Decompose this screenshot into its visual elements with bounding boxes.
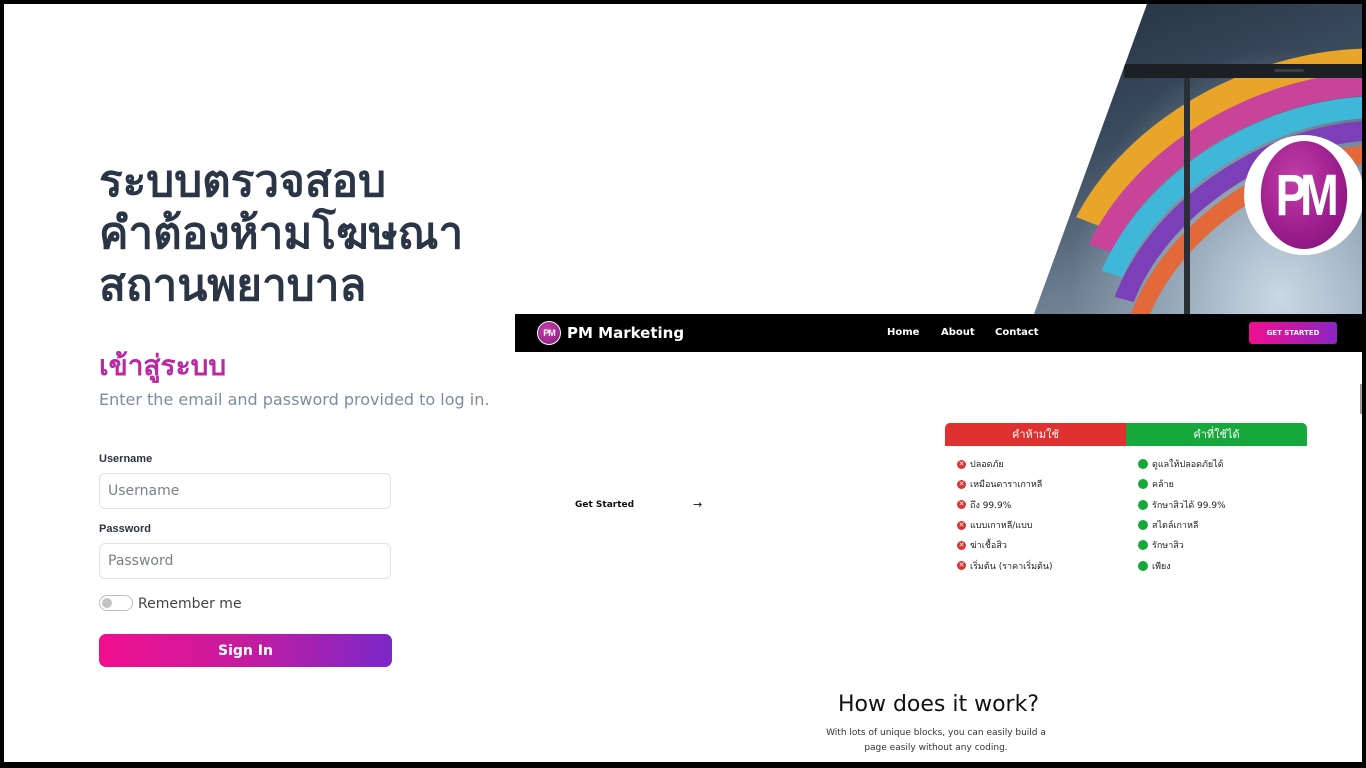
password-input[interactable] [99, 543, 391, 579]
login-page: PM ระบบตรวจสอบ คำต้องห้ามโฆษณา สถานพยาบา… [4, 4, 1362, 762]
allowed-word-item: รักษาสิว [1138, 535, 1307, 555]
allowed-words-list: ดูแลให้ปลอดภัยได้ คล้าย รักษาสิวได้ 99.9… [1126, 454, 1307, 576]
forbidden-word-item: ✕ ปลอดภัย [957, 454, 1126, 474]
allowed-word-text: เพียง [1152, 561, 1171, 572]
x-circle-icon: ✕ [957, 500, 966, 510]
forbidden-word-text: ปลอดภัย [970, 460, 1004, 471]
pm-logo-text: PM [1260, 141, 1348, 249]
forbidden-word-item: ✕ เหมือนดาราเกาหลี [957, 474, 1126, 494]
x-circle-icon: ✕ [957, 459, 966, 469]
login-heading: เข้าสู่ระบบ [99, 349, 227, 382]
username-label: Username [99, 453, 153, 465]
green-dot-icon [1138, 560, 1148, 571]
site-preview: PM PM Marketing Home About Contact GET S… [515, 314, 1362, 762]
allowed-word-item: สไตล์เกาหลี [1138, 515, 1307, 535]
forbidden-word-item: ✕ ถึง 99.9% [957, 495, 1126, 515]
nav-contact-link[interactable]: Contact [995, 327, 1039, 338]
remember-me-label[interactable]: Remember me [138, 596, 242, 612]
forbidden-word-text: เริ่มต้น (ราคาเริ่มต้น) [970, 561, 1053, 572]
nav-home-link[interactable]: Home [887, 327, 919, 338]
site-logo-icon[interactable]: PM [537, 321, 561, 345]
forbidden-word-text: แบบเกาหลี/แบบ [970, 521, 1033, 532]
laptop-hinge [1184, 78, 1190, 314]
nav-about-link[interactable]: About [941, 327, 975, 338]
pm-logo-badge: PM [1244, 135, 1362, 255]
allowed-word-text: คล้าย [1152, 480, 1174, 491]
forbidden-words-header: คำห้ามใช้ [945, 423, 1126, 446]
laptop-lid [1124, 64, 1362, 78]
comparison-header: คำห้ามใช้ คำที่ใช้ได้ [945, 423, 1307, 446]
forbidden-word-item: ✕ ฆ่าเชื้อสิว [957, 535, 1126, 555]
arrow-right-icon[interactable]: → [693, 498, 702, 511]
green-dot-icon [1138, 459, 1148, 470]
forbidden-word-text: ถึง 99.9% [970, 500, 1012, 511]
page-title-line: คำต้องห้ามโฆษณา [99, 208, 464, 259]
green-dot-icon [1138, 520, 1148, 531]
allowed-word-text: รักษาสิวได้ 99.9% [1152, 500, 1226, 511]
get-started-link[interactable]: Get Started [575, 500, 634, 510]
site-navbar: PM PM Marketing Home About Contact GET S… [515, 314, 1362, 352]
word-comparison-table: คำห้ามใช้ คำที่ใช้ได้ ✕ ปลอดภัย ✕ เหมือนดา… [945, 423, 1307, 576]
how-it-works-title: How does it work? [837, 692, 1040, 717]
page-title-line: สถานพยาบาล [99, 260, 367, 311]
x-circle-icon: ✕ [957, 540, 966, 550]
allowed-word-text: สไตล์เกาหลี [1152, 521, 1199, 532]
allowed-word-item: คล้าย [1138, 474, 1307, 494]
forbidden-word-item: ✕ เริ่มต้น (ราคาเริ่มต้น) [957, 555, 1126, 575]
allowed-word-text: รักษาสิว [1152, 541, 1184, 552]
forbidden-word-text: เหมือนดาราเกาหลี [970, 480, 1043, 491]
allowed-word-text: ดูแลให้ปลอดภัยได้ [1152, 460, 1224, 471]
how-it-works-subtitle: With lots of unique blocks, you can easi… [826, 728, 1046, 753]
forbidden-words-list: ✕ ปลอดภัย ✕ เหมือนดาราเกาหลี ✕ ถึง 99.9% ✕ แ… [945, 454, 1126, 576]
allowed-word-item: เพียง [1138, 555, 1307, 575]
green-dot-icon [1138, 479, 1148, 490]
green-dot-icon [1138, 540, 1148, 551]
x-circle-icon: ✕ [957, 520, 966, 530]
password-label: Password [99, 523, 151, 535]
green-dot-icon [1138, 499, 1148, 510]
forbidden-word-item: ✕ แบบเกาหลี/แบบ [957, 515, 1126, 535]
allowed-words-header: คำที่ใช้ได้ [1126, 423, 1307, 446]
allowed-word-item: รักษาสิวได้ 99.9% [1138, 495, 1307, 515]
username-input[interactable] [99, 473, 391, 509]
toggle-knob [102, 598, 112, 608]
forbidden-word-text: ฆ่าเชื้อสิว [970, 541, 1007, 552]
sign-in-button[interactable]: Sign In [99, 634, 392, 667]
scrollbar-edge[interactable] [1360, 384, 1362, 414]
allowed-word-item: ดูแลให้ปลอดภัยได้ [1138, 454, 1307, 474]
x-circle-icon: ✕ [957, 561, 966, 571]
page-title-line: ระบบตรวจสอบ [99, 156, 387, 207]
comparison-body: ✕ ปลอดภัย ✕ เหมือนดาราเกาหลี ✕ ถึง 99.9% ✕ แ… [945, 446, 1307, 576]
page-title: ระบบตรวจสอบ คำต้องห้ามโฆษณา สถานพยาบาล [99, 156, 519, 312]
site-brand[interactable]: PM Marketing [567, 324, 684, 342]
login-subtitle: Enter the email and password provided to… [99, 390, 490, 409]
get-started-cta-button[interactable]: GET STARTED [1249, 322, 1337, 344]
remember-me-toggle[interactable] [99, 595, 133, 611]
x-circle-icon: ✕ [957, 479, 966, 489]
